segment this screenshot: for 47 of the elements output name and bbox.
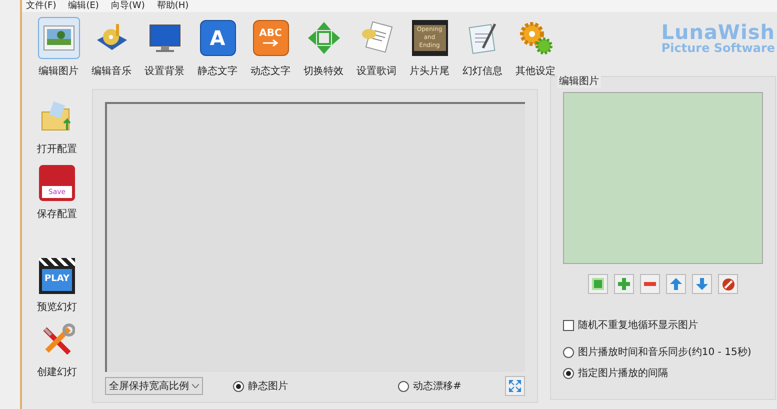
minus-icon xyxy=(644,282,656,286)
text-arrow-tile-icon: ABC xyxy=(252,20,288,56)
sidebar-button[interactable]: 创建幻灯 xyxy=(37,323,77,380)
toolbar-button[interactable]: 切换特效 xyxy=(297,14,350,82)
brand-logo: LunaWish Picture Software xyxy=(661,19,776,54)
radio-button[interactable] xyxy=(563,368,574,379)
sidebar-button[interactable]: PLAY 预览幻灯 xyxy=(37,258,77,315)
fullscreen-button[interactable] xyxy=(505,376,525,396)
four-arrows-icon xyxy=(306,20,342,56)
chevron-down-icon xyxy=(192,384,199,388)
toolbar-button[interactable]: ABC 动态文字 xyxy=(244,14,297,82)
add-button[interactable] xyxy=(614,274,634,294)
radio-button[interactable] xyxy=(563,347,574,358)
radio-label: 图片播放时间和音乐同步(约10 - 15秒) xyxy=(578,346,752,360)
toolbar-button[interactable]: 设置歌词 xyxy=(350,14,403,82)
radio-label: 动态漂移# xyxy=(413,380,462,394)
radio-button[interactable] xyxy=(233,380,244,392)
toolbar-button[interactable]: 幻灯信息 xyxy=(456,14,509,82)
arrow-up-icon xyxy=(670,278,682,290)
radio-button[interactable] xyxy=(398,380,409,392)
gears-icon xyxy=(518,20,554,56)
plus-icon xyxy=(618,278,630,290)
move-up-button[interactable] xyxy=(666,274,686,294)
letter-tile-icon: A xyxy=(200,20,236,56)
scale-mode-dropdown[interactable]: 全屏保持宽高比例 xyxy=(105,377,203,395)
move-down-button[interactable] xyxy=(692,274,712,294)
toolbar-button[interactable]: 设置背景 xyxy=(138,14,191,82)
toolbar-button[interactable]: 编辑音乐 xyxy=(85,14,138,82)
prohibited-icon xyxy=(722,278,734,290)
checkbox[interactable] xyxy=(563,320,574,331)
arrow-down-icon xyxy=(696,278,708,290)
toolbar-button[interactable]: A 静态文字 xyxy=(191,14,244,82)
grid-icon xyxy=(592,278,604,290)
checkbox-label: 随机不重复地循环显示图片 xyxy=(578,318,698,333)
menu-item[interactable]: 向导(W) xyxy=(110,0,145,12)
menu-item[interactable]: 文件(F) xyxy=(26,0,56,12)
menu-item[interactable]: 帮助(H) xyxy=(156,0,189,12)
panel-title: 编辑图片 xyxy=(557,76,601,88)
remove-button[interactable] xyxy=(640,274,660,294)
select-all-button[interactable] xyxy=(588,274,608,294)
toolbar-button[interactable]: 编辑图片 xyxy=(32,14,85,82)
expand-icon xyxy=(509,380,521,392)
clear-button[interactable] xyxy=(718,274,738,294)
sidebar-button[interactable]: 打开配置 xyxy=(37,100,77,157)
menu-item[interactable]: 编辑(E) xyxy=(68,0,99,12)
radio-label: 指定图片播放的间隔 xyxy=(578,366,668,381)
radio-label: 静态图片 xyxy=(248,380,288,394)
